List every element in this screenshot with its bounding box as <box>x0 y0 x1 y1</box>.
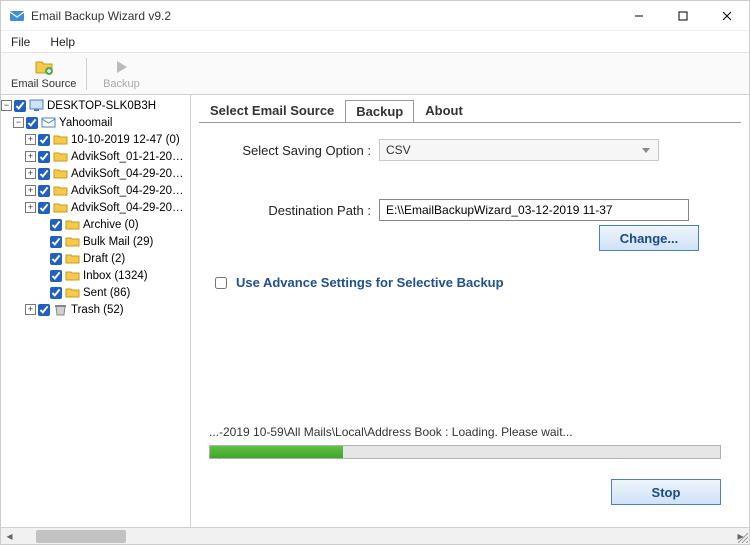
folder-checkbox[interactable] <box>38 151 50 163</box>
folder-icon <box>53 167 68 180</box>
folder-label: AdvikSoft_04-29-2019 10 <box>71 168 186 180</box>
folder-icon <box>65 269 80 282</box>
menubar: File Help <box>1 31 749 53</box>
tab-about[interactable]: About <box>414 99 474 122</box>
horizontal-scrollbar[interactable]: ◂ ▸ <box>1 527 749 544</box>
play-icon <box>111 57 131 77</box>
folder-label: AdvikSoft_01-21-2018 10 <box>71 151 186 163</box>
leaf-checkbox[interactable] <box>50 287 62 299</box>
trash-icon <box>53 303 68 316</box>
destination-path-input[interactable] <box>379 199 689 221</box>
tab-backup[interactable]: Backup <box>345 100 414 123</box>
computer-icon <box>29 99 44 112</box>
leaf-checkbox[interactable] <box>50 219 62 231</box>
backup-tab-page: Select Saving Option : CSV Destination P… <box>199 122 741 519</box>
stop-button[interactable]: Stop <box>611 479 721 505</box>
folder-checkbox[interactable] <box>38 185 50 197</box>
tree-root-checkbox[interactable] <box>14 100 26 112</box>
toolbar-separator <box>86 58 87 90</box>
expand-icon[interactable]: + <box>25 304 36 315</box>
titlebar: Email Backup Wizard v9.2 <box>1 1 749 31</box>
saving-option-value: CSV <box>386 143 411 157</box>
email-source-button[interactable]: Email Source <box>5 55 82 92</box>
account-checkbox[interactable] <box>26 117 38 129</box>
folder-checkbox[interactable] <box>38 168 50 180</box>
folder-icon <box>53 184 68 197</box>
folder-label: AdvikSoft_04-29-2019 11 <box>71 202 186 214</box>
account-label: Yahoomail <box>59 117 113 129</box>
leaf-label: Inbox (1324) <box>83 270 148 282</box>
folder-icon <box>65 286 80 299</box>
close-button[interactable] <box>705 1 749 31</box>
expand-icon[interactable]: + <box>25 134 36 145</box>
folder-icon <box>65 218 80 231</box>
folder-label: AdvikSoft_04-29-2019 11 <box>71 185 186 197</box>
menu-file[interactable]: File <box>1 31 40 52</box>
folder-label: 10-10-2019 12-47 (0) <box>71 134 180 146</box>
email-source-label: Email Source <box>11 78 76 90</box>
folder-add-icon <box>34 57 54 77</box>
app-icon <box>9 8 25 24</box>
expand-icon[interactable]: + <box>25 202 36 213</box>
leaf-checkbox[interactable] <box>50 253 62 265</box>
leaf-label: Archive (0) <box>83 219 139 231</box>
mailbox-icon <box>41 116 56 129</box>
tab-select-source[interactable]: Select Email Source <box>199 99 345 122</box>
saving-option-select[interactable]: CSV <box>379 139 659 161</box>
leaf-checkbox[interactable] <box>50 236 62 248</box>
tab-strip: Select Email Source Backup About <box>199 99 741 122</box>
folder-icon <box>53 201 68 214</box>
expand-icon[interactable]: + <box>25 185 36 196</box>
tree-root-label: DESKTOP-SLK0B3H <box>47 100 156 112</box>
menu-help[interactable]: Help <box>40 31 85 52</box>
folder-checkbox[interactable] <box>38 202 50 214</box>
scroll-left-arrow[interactable]: ◂ <box>1 528 18 545</box>
folder-icon <box>65 252 80 265</box>
resize-grip-icon[interactable] <box>736 531 748 543</box>
progress-bar <box>209 445 721 459</box>
collapse-icon[interactable]: − <box>1 100 12 111</box>
scroll-thumb[interactable] <box>36 530 126 543</box>
backup-tool-button: Backup <box>91 55 151 92</box>
window-title: Email Backup Wizard v9.2 <box>31 9 617 23</box>
change-button[interactable]: Change... <box>599 225 699 251</box>
advance-settings-checkbox[interactable] <box>215 277 227 289</box>
minimize-button[interactable] <box>617 1 661 31</box>
maximize-button[interactable] <box>661 1 705 31</box>
folder-icon <box>53 133 68 146</box>
advance-settings-label: Use Advance Settings for Selective Backu… <box>236 275 504 290</box>
leaf-label: Draft (2) <box>83 253 125 265</box>
collapse-icon[interactable]: − <box>13 117 24 128</box>
leaf-label: Bulk Mail (29) <box>83 236 153 248</box>
progress-fill <box>210 446 343 458</box>
saving-option-label: Select Saving Option : <box>209 143 379 158</box>
backup-tool-label: Backup <box>103 78 140 90</box>
trash-checkbox[interactable] <box>38 304 50 316</box>
status-text: ...-2019 10-59\All Mails\Local\Address B… <box>209 425 721 439</box>
toolbar: Email Source Backup <box>1 53 749 95</box>
leaf-checkbox[interactable] <box>50 270 62 282</box>
destination-path-label: Destination Path : <box>209 203 379 218</box>
expand-icon[interactable]: + <box>25 151 36 162</box>
folder-icon <box>53 150 68 163</box>
folder-checkbox[interactable] <box>38 134 50 146</box>
folder-icon <box>65 235 80 248</box>
trash-label: Trash (52) <box>71 304 124 316</box>
leaf-label: Sent (86) <box>83 287 130 299</box>
expand-icon[interactable]: + <box>25 168 36 179</box>
folder-tree[interactable]: − DESKTOP-SLK0B3H − Yahoomail +10-10-2019 … <box>1 95 191 527</box>
